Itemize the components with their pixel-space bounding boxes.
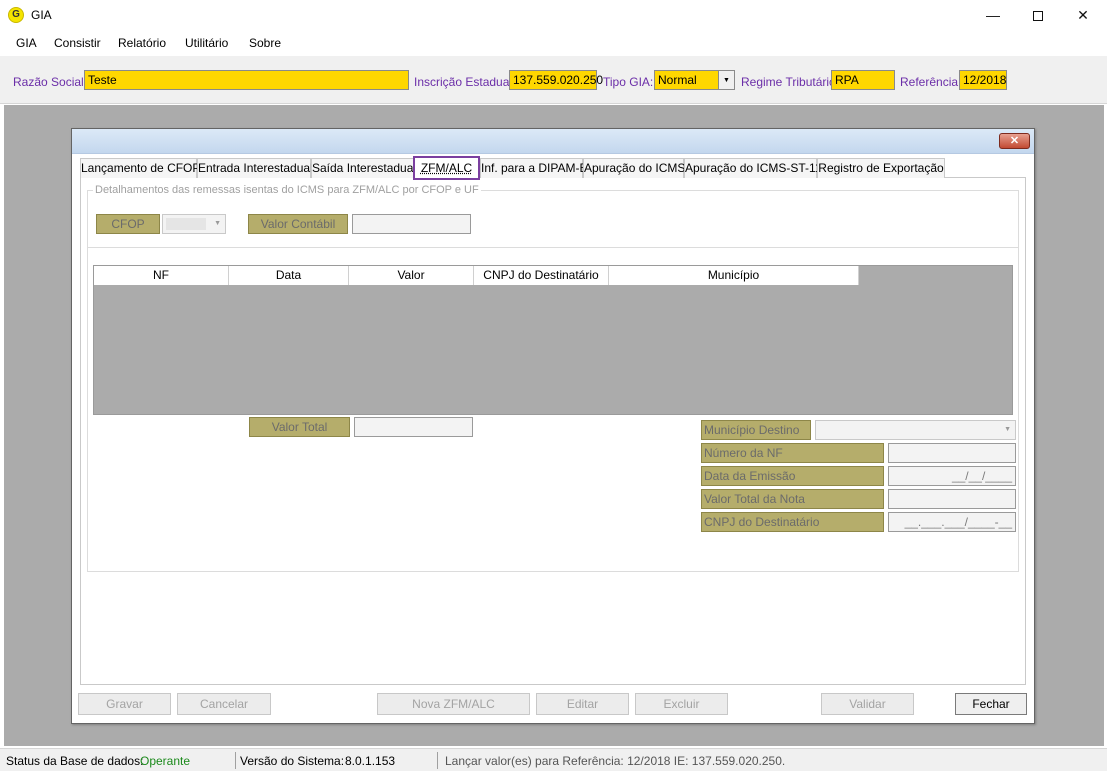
regime-tributario-label: Regime Tributário: <box>741 75 840 89</box>
dialog-close-button[interactable]: ✕ <box>999 133 1030 149</box>
maximize-button[interactable] <box>1015 0 1061 31</box>
inscricao-estadual-field[interactable]: 137.559.020.250 <box>509 70 603 90</box>
col-municipio[interactable]: Município <box>609 266 859 285</box>
detalhamento-groupbox <box>87 190 1019 248</box>
cancelar-button[interactable]: Cancelar <box>177 693 271 715</box>
valor-contabil-field[interactable] <box>352 214 471 234</box>
tab-zfm-alc[interactable]: ZFM/ALC <box>413 156 480 180</box>
minimize-button[interactable]: — <box>970 0 1016 31</box>
cfop-label: CFOP <box>96 214 160 234</box>
menu-sobre[interactable]: Sobre <box>249 36 281 50</box>
valor-total-label: Valor Total <box>249 417 350 437</box>
db-status-value: Operante <box>140 754 191 768</box>
status-bar: Status da Base de dados: Operante Versão… <box>0 748 1107 771</box>
gravar-button[interactable]: Gravar <box>78 693 171 715</box>
cnpj-destinatario-field[interactable]: __.___.___/____-__ <box>888 512 1016 532</box>
municipio-destino-label: Município Destino <box>701 420 811 440</box>
valor-total-nota-field[interactable] <box>888 489 1016 509</box>
col-cnpj[interactable]: CNPJ do Destinatário <box>474 266 609 285</box>
fechar-button[interactable]: Fechar <box>955 693 1027 715</box>
data-emissao-field[interactable]: __/__/____ <box>888 466 1016 486</box>
detail-frame-bottom <box>87 571 1019 572</box>
tab-zfm-alc-label: ZFM/ALC <box>420 161 473 175</box>
window-title: GIA <box>31 8 52 22</box>
cfop-dropdown-icon: ▼ <box>214 220 221 227</box>
referencia-field[interactable]: 12/2018 <box>959 70 1007 90</box>
dialog-titlebar: ✕ <box>72 129 1034 154</box>
municipio-destino-select[interactable]: ▼ <box>815 420 1016 440</box>
col-nf[interactable]: NF <box>94 266 229 285</box>
tipo-gia-select[interactable]: Normal <box>654 70 719 90</box>
tab-apuracao-icms-st-11[interactable]: Apuração do ICMS-ST-11 <box>684 158 822 178</box>
version-label: Versão do Sistema: <box>240 754 345 768</box>
menu-relatorio[interactable]: Relatório <box>118 36 166 50</box>
tab-registro-exportacao[interactable]: Registro de Exportação <box>817 158 945 178</box>
col-data[interactable]: Data <box>229 266 349 285</box>
version-value: 8.0.1.153 <box>345 754 396 768</box>
db-status-label: Status da Base de dados: <box>6 754 144 768</box>
tipo-gia-label: Tipo GIA: <box>603 75 654 89</box>
detail-frame-right <box>1018 248 1019 571</box>
razao-social-field[interactable]: Teste <box>84 70 409 90</box>
menu-utilitario[interactable]: Utilitário <box>185 36 228 50</box>
status-message: Lançar valor(es) para Referência: 12/201… <box>445 754 786 768</box>
referencia-label: Referência: <box>900 75 962 89</box>
zfm-alc-dialog: ✕ Lançamento de CFOP Entrada Interestadu… <box>71 128 1035 724</box>
numero-nf-label: Número da NF <box>701 443 884 463</box>
maximize-icon <box>1033 11 1043 22</box>
valor-total-nota-label: Valor Total da Nota <box>701 489 884 509</box>
valor-total-field[interactable] <box>354 417 473 437</box>
numero-nf-field[interactable] <box>888 443 1016 463</box>
close-button[interactable]: ✕ <box>1060 0 1106 31</box>
municipio-dropdown-icon: ▼ <box>1004 426 1011 433</box>
menu-gia[interactable]: GIA <box>16 36 37 50</box>
cnpj-destinatario-label: CNPJ do Destinatário <box>701 512 884 532</box>
detail-frame-left <box>87 248 88 571</box>
cfop-select[interactable]: ▼ <box>162 214 226 234</box>
tab-dipam-b[interactable]: Inf. para a DIPAM-B <box>480 158 587 178</box>
nf-grid[interactable]: NF Data Valor CNPJ do Destinatário Munic… <box>93 265 1013 415</box>
excluir-button[interactable]: Excluir <box>635 693 728 715</box>
data-emissao-label: Data da Emissão <box>701 466 884 486</box>
app-logo-icon: G <box>8 7 24 23</box>
tab-saida-interestadual[interactable]: Saída Interestadual <box>311 158 416 178</box>
editar-button[interactable]: Editar <box>536 693 629 715</box>
nova-zfm-alc-button[interactable]: Nova ZFM/ALC <box>377 693 530 715</box>
tab-lancamento-cfop[interactable]: Lançamento de CFOP <box>80 158 200 178</box>
inscricao-estadual-label: Inscrição Estadual: <box>414 75 516 89</box>
status-separator <box>437 752 438 769</box>
razao-social-label: Razão Social: <box>13 75 88 89</box>
window-titlebar: G GIA — ✕ <box>0 0 1107 31</box>
tab-apuracao-icms[interactable]: Apuração do ICMS <box>583 158 685 178</box>
tab-entrada-interestadual[interactable]: Entrada Interestadual <box>197 158 313 178</box>
menu-bar: GIA Consistir Relatório Utilitário Sobre <box>0 31 1107 56</box>
grid-header: NF Data Valor CNPJ do Destinatário Munic… <box>94 266 859 285</box>
valor-contabil-label: Valor Contábil <box>248 214 348 234</box>
regime-tributario-field[interactable]: RPA <box>831 70 895 90</box>
status-separator <box>235 752 236 769</box>
tipo-gia-dropdown-icon[interactable]: ▼ <box>719 70 735 90</box>
col-valor[interactable]: Valor <box>349 266 474 285</box>
menu-consistir[interactable]: Consistir <box>54 36 101 50</box>
validar-button[interactable]: Validar <box>821 693 914 715</box>
groupbox-title: Detalhamentos das remessas isentas do IC… <box>93 184 481 196</box>
company-header: Razão Social: Teste Inscrição Estadual: … <box>0 56 1107 104</box>
